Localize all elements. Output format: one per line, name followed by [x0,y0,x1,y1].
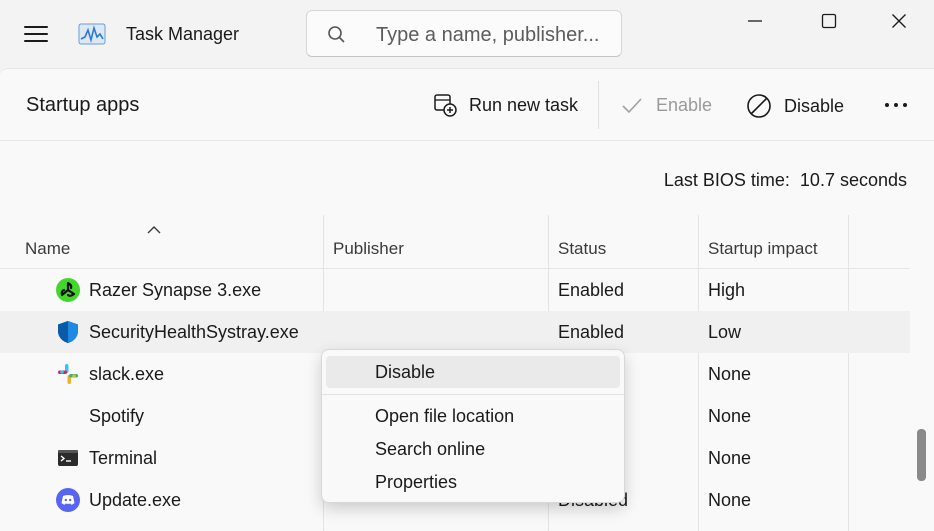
close-icon [892,14,906,28]
menu-icon[interactable] [22,22,50,46]
search-icon [328,26,345,43]
task-manager-icon [78,23,106,45]
main-panel: Startup apps Run new task Enable Disable… [0,68,934,531]
app-status: Enabled [558,280,625,300]
table-row[interactable]: SecurityHealthSystray.exe Enabled Low [0,311,910,353]
app-impact: High [708,280,746,300]
context-menu-disable[interactable]: Disable [326,356,620,388]
app-name: Update.exe [89,490,182,510]
toolbar-divider [598,81,599,129]
app-title: Task Manager [126,24,240,44]
scrollbar-thumb[interactable] [917,429,926,481]
title-bar: Task Manager Type a name, publisher... [0,0,934,68]
app-status: Enabled [558,322,625,342]
terminal-icon [58,450,78,466]
search-input[interactable]: Type a name, publisher... [306,10,622,57]
maximize-button[interactable] [794,0,864,42]
disable-icon [747,94,771,118]
context-menu-open-file-location[interactable]: Open file location [326,400,620,432]
app-impact: None [708,448,752,468]
maximize-icon [821,13,837,29]
app-name: SecurityHealthSystray.exe [89,322,299,342]
column-header-name[interactable]: Name [25,215,70,269]
run-new-task-button[interactable]: Run new task [433,93,578,117]
app-impact: Low [708,322,742,342]
run-new-task-label: Run new task [469,94,579,115]
enable-label: Enable [656,94,713,115]
search-placeholder: Type a name, publisher... [376,24,600,46]
more-options-icon[interactable] [878,93,914,117]
app-name: slack.exe [89,364,165,384]
app-impact: None [708,406,752,426]
checkmark-icon [622,98,642,114]
enable-button[interactable]: Enable [620,93,712,117]
bios-time-label: Last BIOS time: [663,170,790,190]
slack-icon [58,364,78,384]
bios-time-value: 10.7 seconds [799,170,907,190]
discord-icon [56,488,80,512]
minimize-button[interactable] [720,0,790,42]
app-name: Razer Synapse 3.exe [89,280,262,300]
table-header: Name Publisher Status Startup impact [0,215,910,269]
page-title: Startup apps [26,94,140,116]
context-menu-divider [322,394,624,395]
context-menu: Disable Open file location Search online… [321,349,625,503]
minimize-icon [748,20,762,22]
disable-label: Disable [784,95,845,116]
context-menu-properties[interactable]: Properties [326,466,620,498]
context-menu-search-online[interactable]: Search online [326,433,620,465]
table-row[interactable]: Razer Synapse 3.exe Enabled High [0,269,910,311]
app-impact: None [708,364,752,384]
command-bar: Startup apps Run new task Enable Disable [0,69,934,141]
column-header-publisher[interactable]: Publisher [333,215,404,269]
disable-button[interactable]: Disable [746,93,844,119]
app-name: Spotify [89,406,145,426]
close-button[interactable] [864,0,934,42]
app-impact: None [708,490,752,510]
bios-time: Last BIOS time: 10.7 seconds [664,170,907,191]
column-header-status[interactable]: Status [558,215,606,269]
shield-icon [58,321,78,343]
column-header-startup-impact[interactable]: Startup impact [708,215,818,269]
run-new-task-icon [434,94,457,117]
razer-icon [56,278,80,302]
app-name: Terminal [89,448,158,468]
